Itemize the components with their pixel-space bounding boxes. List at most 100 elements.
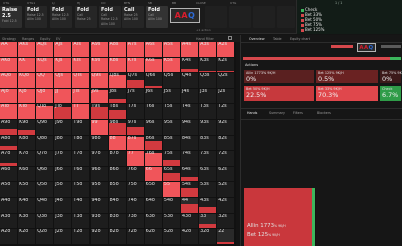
hand-cell[interactable]: K3o <box>18 213 37 230</box>
hand-cell[interactable]: A4o <box>0 198 19 214</box>
hand-cell[interactable]: Q5o <box>36 182 55 198</box>
tab-table[interactable]: Table <box>273 37 282 41</box>
hand-cell[interactable]: 84o <box>108 198 127 214</box>
hand-cell[interactable]: T4o <box>72 198 91 214</box>
hand-cell[interactable]: J9s <box>90 88 109 105</box>
tab-filters[interactable]: Filters <box>293 111 303 115</box>
hand-cell[interactable]: T7s <box>126 104 145 120</box>
hand-cell[interactable]: 42o <box>181 229 200 245</box>
stat-bet-50[interactable]: Bet 50% 9K/H 22.5% <box>244 86 314 101</box>
hand-cell[interactable]: Q2o <box>36 229 55 245</box>
action-card[interactable] <box>277 6 295 28</box>
action-card[interactable]: Fold Call Raise 12.5 Allin 100 <box>99 6 121 28</box>
hand-cell[interactable]: KJo <box>18 88 37 105</box>
hand-cell[interactable]: 65o <box>144 182 163 198</box>
hand-cell[interactable]: J3o <box>54 213 73 230</box>
hand-cell[interactable]: QQ <box>36 73 55 89</box>
hand-cell[interactable]: JJ <box>54 88 73 105</box>
hand-cell[interactable]: 76s <box>144 151 163 167</box>
hand-cell[interactable]: A7s <box>126 42 145 58</box>
hand-cell[interactable]: T7o <box>72 151 91 167</box>
hand-cell[interactable]: ATs <box>72 42 91 58</box>
hand-cell[interactable]: J9o <box>54 120 73 136</box>
hand-cell[interactable]: T6o <box>72 166 91 183</box>
hand-cell[interactable]: 98s <box>108 120 127 136</box>
hand-cell[interactable]: 86s <box>144 135 163 152</box>
hand-cell[interactable]: J5s <box>162 88 181 105</box>
hand-cell[interactable]: A3s <box>199 42 218 58</box>
hand-cell[interactable]: K8s <box>108 57 127 74</box>
hand-cell[interactable]: 93o <box>90 213 109 230</box>
hand-cell[interactable]: 82o <box>108 229 127 245</box>
hand-cell[interactable]: QJs <box>54 73 73 89</box>
hand-cell[interactable]: 44 <box>181 198 200 214</box>
hand-cell[interactable]: 84s <box>181 135 200 152</box>
hand-cell[interactable]: AKs <box>18 42 37 58</box>
hand-cell[interactable]: 63s <box>199 166 218 183</box>
hand-cell[interactable]: J4o <box>54 198 73 214</box>
tab-equity[interactable]: Equity <box>40 37 50 41</box>
action-card[interactable]: Call Raise 25 Allin 100 <box>122 6 144 28</box>
hand-cell[interactable]: K2s <box>217 57 236 74</box>
hand-cell[interactable]: KQs <box>36 57 55 74</box>
hand-cell[interactable]: KK <box>18 57 37 74</box>
hand-cell[interactable]: AKo <box>0 57 19 74</box>
tab-ranges[interactable]: Ranges <box>22 37 34 41</box>
hand-cell[interactable]: J5o <box>54 182 73 198</box>
hand-cell[interactable]: A9s <box>90 42 109 58</box>
hand-cell[interactable]: K4o <box>18 198 37 214</box>
hand-filter-label[interactable]: Hand Filter <box>196 37 214 41</box>
hand-cell[interactable]: AJo <box>0 88 19 105</box>
tab-equity-chart[interactable]: Equity chart <box>290 37 310 41</box>
hand-cell[interactable]: 86o <box>108 166 127 183</box>
hand-cell[interactable]: 88 <box>108 135 127 152</box>
hand-cell[interactable]: A2o <box>0 229 19 245</box>
hand-cell[interactable]: 22 <box>217 229 236 245</box>
tab-overview[interactable]: Overview <box>249 37 265 41</box>
hand-cell[interactable]: A9o <box>0 120 19 136</box>
hand-cell[interactable]: AQo <box>0 73 19 89</box>
hand-cell[interactable]: K5s <box>162 57 181 74</box>
hand-cell[interactable]: J7o <box>54 151 73 167</box>
hand-cell[interactable]: 53o <box>162 213 181 230</box>
hand-cell[interactable]: K7s <box>126 57 145 74</box>
hand-cell[interactable]: 87s <box>126 135 145 152</box>
hand-cell[interactable]: A8s <box>108 42 127 58</box>
action-card[interactable] <box>229 6 251 28</box>
hand-cell[interactable]: Q7o <box>36 151 55 167</box>
hand-cell[interactable]: KQo <box>18 73 37 89</box>
hand-cell[interactable]: 63o <box>144 213 163 230</box>
hand-cell[interactable]: 93s <box>199 120 218 136</box>
hand-cell[interactable]: J3s <box>199 88 218 105</box>
stat-check[interactable]: Check 6.7% <box>380 86 401 101</box>
hand-cell[interactable]: 74s <box>181 151 200 167</box>
hand-cell[interactable]: J7s <box>126 88 145 105</box>
hand-cell[interactable]: 94s <box>181 120 200 136</box>
hand-cell[interactable]: K9o <box>18 120 37 136</box>
hand-cell[interactable]: 85s <box>162 135 181 152</box>
hand-cell[interactable]: 65s <box>162 166 181 183</box>
hand-cell[interactable]: 72s <box>217 151 236 167</box>
hand-cell[interactable]: T3s <box>199 104 218 120</box>
hand-cell[interactable]: K3s <box>199 57 218 74</box>
hand-cell[interactable]: 87o <box>108 151 127 167</box>
hand-cell[interactable]: Q9s <box>90 73 109 89</box>
action-card[interactable] <box>253 6 275 28</box>
hand-cell[interactable]: 75o <box>126 182 145 198</box>
hand-cell[interactable]: 92s <box>217 120 236 136</box>
action-card[interactable]: Fold Raise 12.5 Allin 100 <box>25 6 47 28</box>
hand-cell[interactable]: T2s <box>217 104 236 120</box>
hand-cell[interactable]: 96o <box>90 166 109 183</box>
hand-cell[interactable]: J4s <box>181 88 200 105</box>
stat-bet-33[interactable]: Bet 33% 9K/H 70.3% <box>316 86 378 101</box>
hand-cell[interactable]: Q4s <box>181 73 200 89</box>
hand-cell[interactable]: 32o <box>199 229 218 245</box>
hand-cell[interactable]: 43o <box>181 213 200 230</box>
hand-cell[interactable]: 72o <box>126 229 145 245</box>
hand-cell[interactable]: AJs <box>54 42 73 58</box>
hand-cell[interactable]: KTo <box>18 104 37 120</box>
hand-cell[interactable]: 76o <box>126 166 145 183</box>
action-card[interactable]: Fold Raise 12.5 Allin 100 <box>50 6 72 28</box>
hand-cell[interactable]: QJo <box>36 88 55 105</box>
hand-cell[interactable]: TT <box>72 104 91 120</box>
